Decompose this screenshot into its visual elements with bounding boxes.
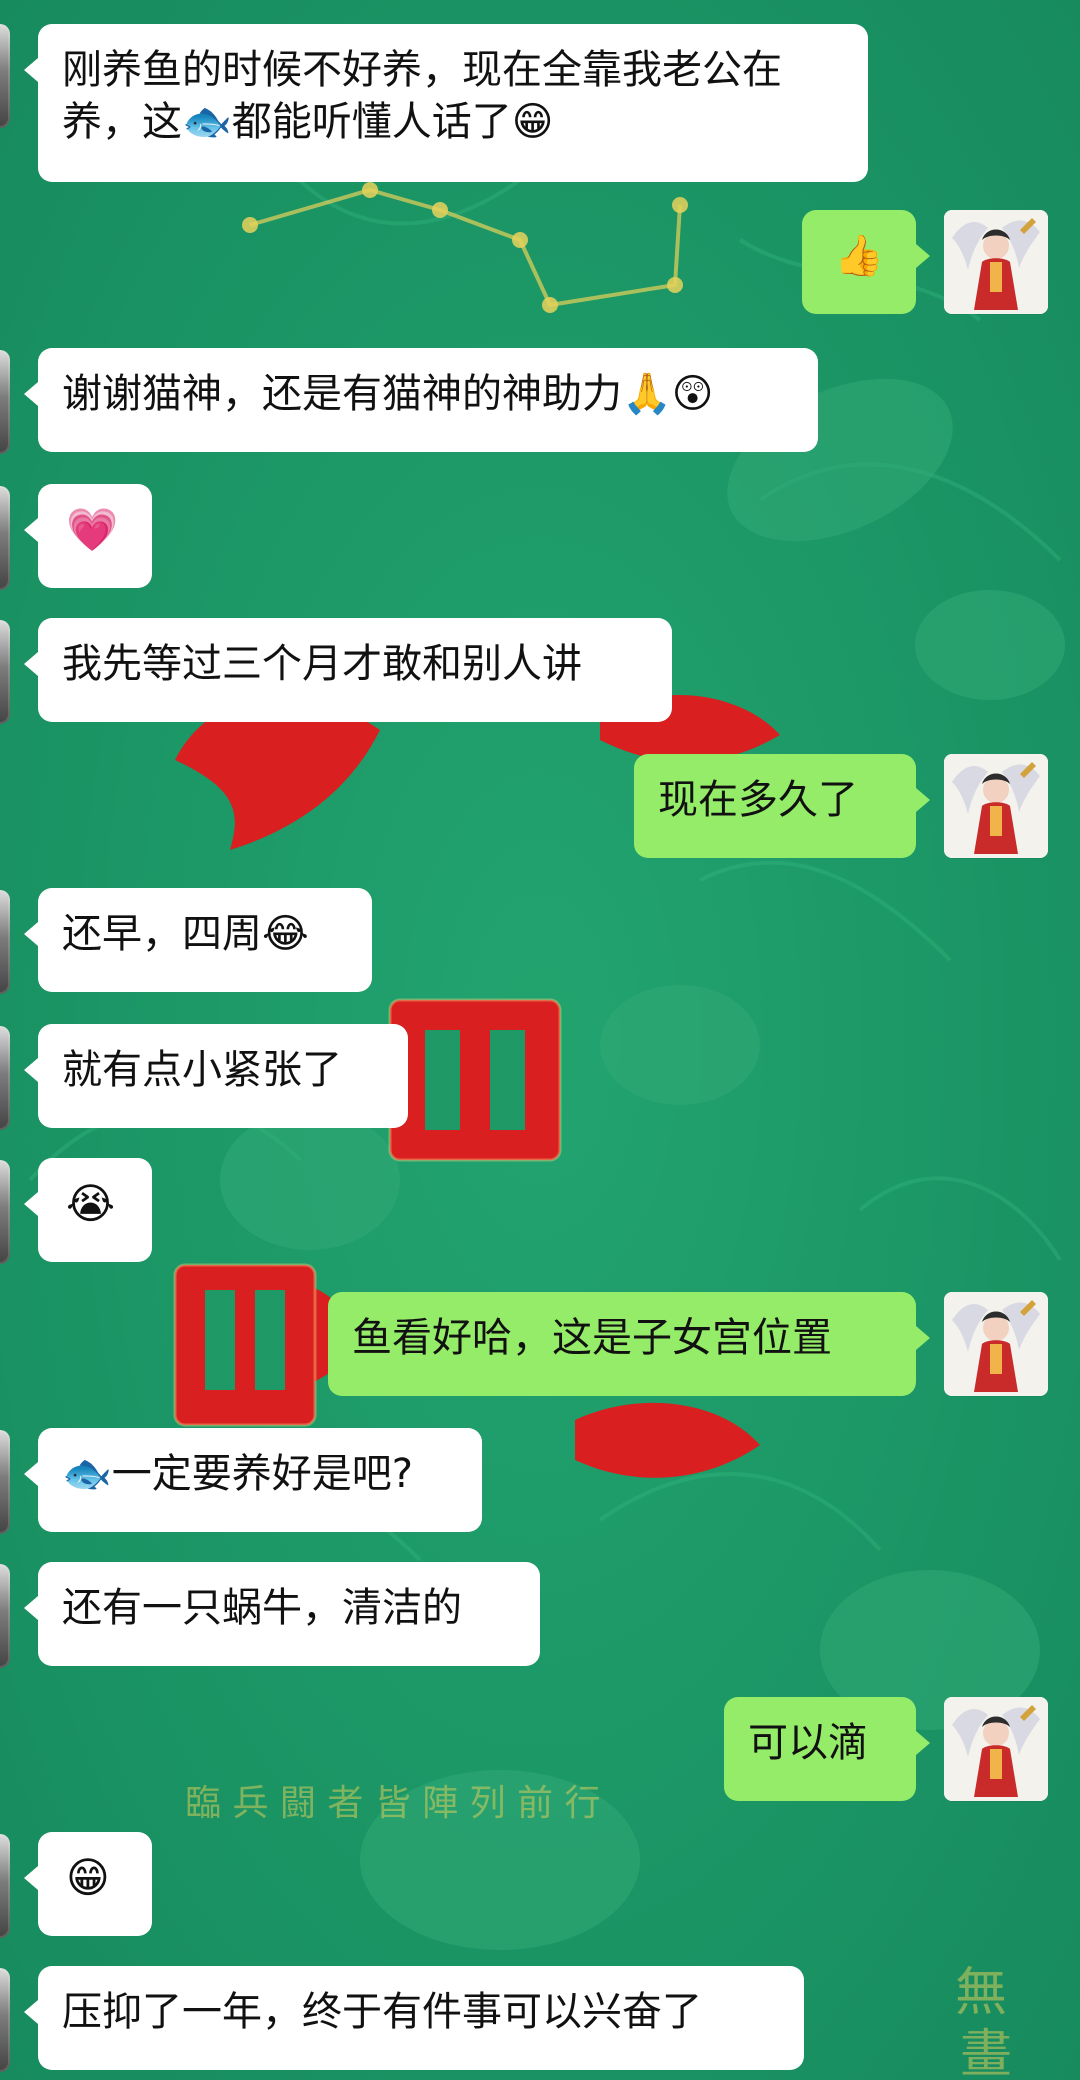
user-avatar[interactable] (944, 1292, 1048, 1396)
message-text: 就有点小紧张了 (62, 1047, 342, 1093)
left-avatar-edge[interactable] (0, 350, 10, 454)
message-text: 谢谢猫神，还是有猫神的神助力🙏😲 (62, 371, 714, 417)
message-text: 🐟一定要养好是吧? (62, 1451, 414, 1497)
user-avatar[interactable] (944, 1697, 1048, 1801)
heart-emoji-text: 💗 (66, 505, 119, 554)
crying-emoji-text: 😭 (66, 1179, 116, 1228)
left-avatar-edge[interactable] (0, 1430, 10, 1534)
thumbs-up-text: 👍 (834, 233, 884, 279)
message-text: 刚养鱼的时候不好养，现在全靠我老公在养，这🐟都能听懂人话了😁 (62, 47, 782, 145)
message-text: 还早，四周😂 (62, 911, 309, 957)
grin-emoji-text: 😁 (66, 1853, 110, 1902)
left-avatar-edge[interactable] (0, 486, 10, 590)
left-avatar-edge[interactable] (0, 1968, 10, 2072)
message-bubble-left[interactable]: 😁 (24, 1832, 152, 1936)
message-bubble-right[interactable]: 鱼看好哈，这是子女宫位置 (328, 1292, 930, 1396)
chat-screen: 臨 兵 闘 者 皆 陣 列 前 行 無 畫 刚养鱼的时候不好养，现在全靠我老公在… (0, 0, 1080, 2080)
message-bubble-right[interactable]: 可以滴 (724, 1697, 930, 1801)
left-avatar-edge[interactable] (0, 890, 10, 994)
left-avatar-edge[interactable] (0, 1026, 10, 1130)
left-avatar-edge[interactable] (0, 1834, 10, 1938)
left-avatar-edge[interactable] (0, 1564, 10, 1668)
user-avatar-image (944, 1292, 1048, 1396)
message-bubble-right[interactable]: 👍 (802, 210, 930, 314)
left-avatar-edge[interactable] (0, 1160, 10, 1264)
user-avatar[interactable] (944, 210, 1048, 314)
message-text: 压抑了一年，终于有件事可以兴奋了 (62, 1989, 702, 2035)
message-bubble-left[interactable]: 🐟一定要养好是吧? (24, 1428, 482, 1532)
left-avatar-edge[interactable] (0, 620, 10, 724)
message-bubble-left[interactable]: 就有点小紧张了 (24, 1024, 408, 1128)
message-bubble-left[interactable]: 压抑了一年，终于有件事可以兴奋了 (24, 1966, 804, 2070)
message-text: 鱼看好哈，这是子女宫位置 (352, 1315, 832, 1361)
message-bubble-right[interactable]: 现在多久了 (634, 754, 930, 858)
message-text: 现在多久了 (658, 777, 858, 823)
message-text: 可以滴 (748, 1720, 868, 1766)
message-list: 刚养鱼的时候不好养，现在全靠我老公在养，这🐟都能听懂人话了😁 👍 谢谢猫神，还是… (0, 0, 1080, 2080)
message-bubble-left[interactable]: 刚养鱼的时候不好养，现在全靠我老公在养，这🐟都能听懂人话了😁 (24, 24, 868, 182)
left-avatar-edge[interactable] (0, 24, 10, 128)
message-bubble-left[interactable]: 我先等过三个月才敢和别人讲 (24, 618, 672, 722)
user-avatar[interactable] (944, 754, 1048, 858)
message-text: 还有一只蜗牛，清洁的 (62, 1585, 462, 1631)
message-bubble-left[interactable]: 还早，四周😂 (24, 888, 372, 992)
user-avatar-image (944, 1697, 1048, 1801)
message-bubble-left[interactable]: 💗 (24, 484, 152, 588)
message-bubble-left[interactable]: 还有一只蜗牛，清洁的 (24, 1562, 540, 1666)
message-bubble-left[interactable]: 😭 (24, 1158, 152, 1262)
user-avatar-image (944, 210, 1048, 314)
message-text: 我先等过三个月才敢和别人讲 (62, 641, 582, 687)
message-bubble-left[interactable]: 谢谢猫神，还是有猫神的神助力🙏😲 (24, 348, 818, 452)
user-avatar-image (944, 754, 1048, 858)
